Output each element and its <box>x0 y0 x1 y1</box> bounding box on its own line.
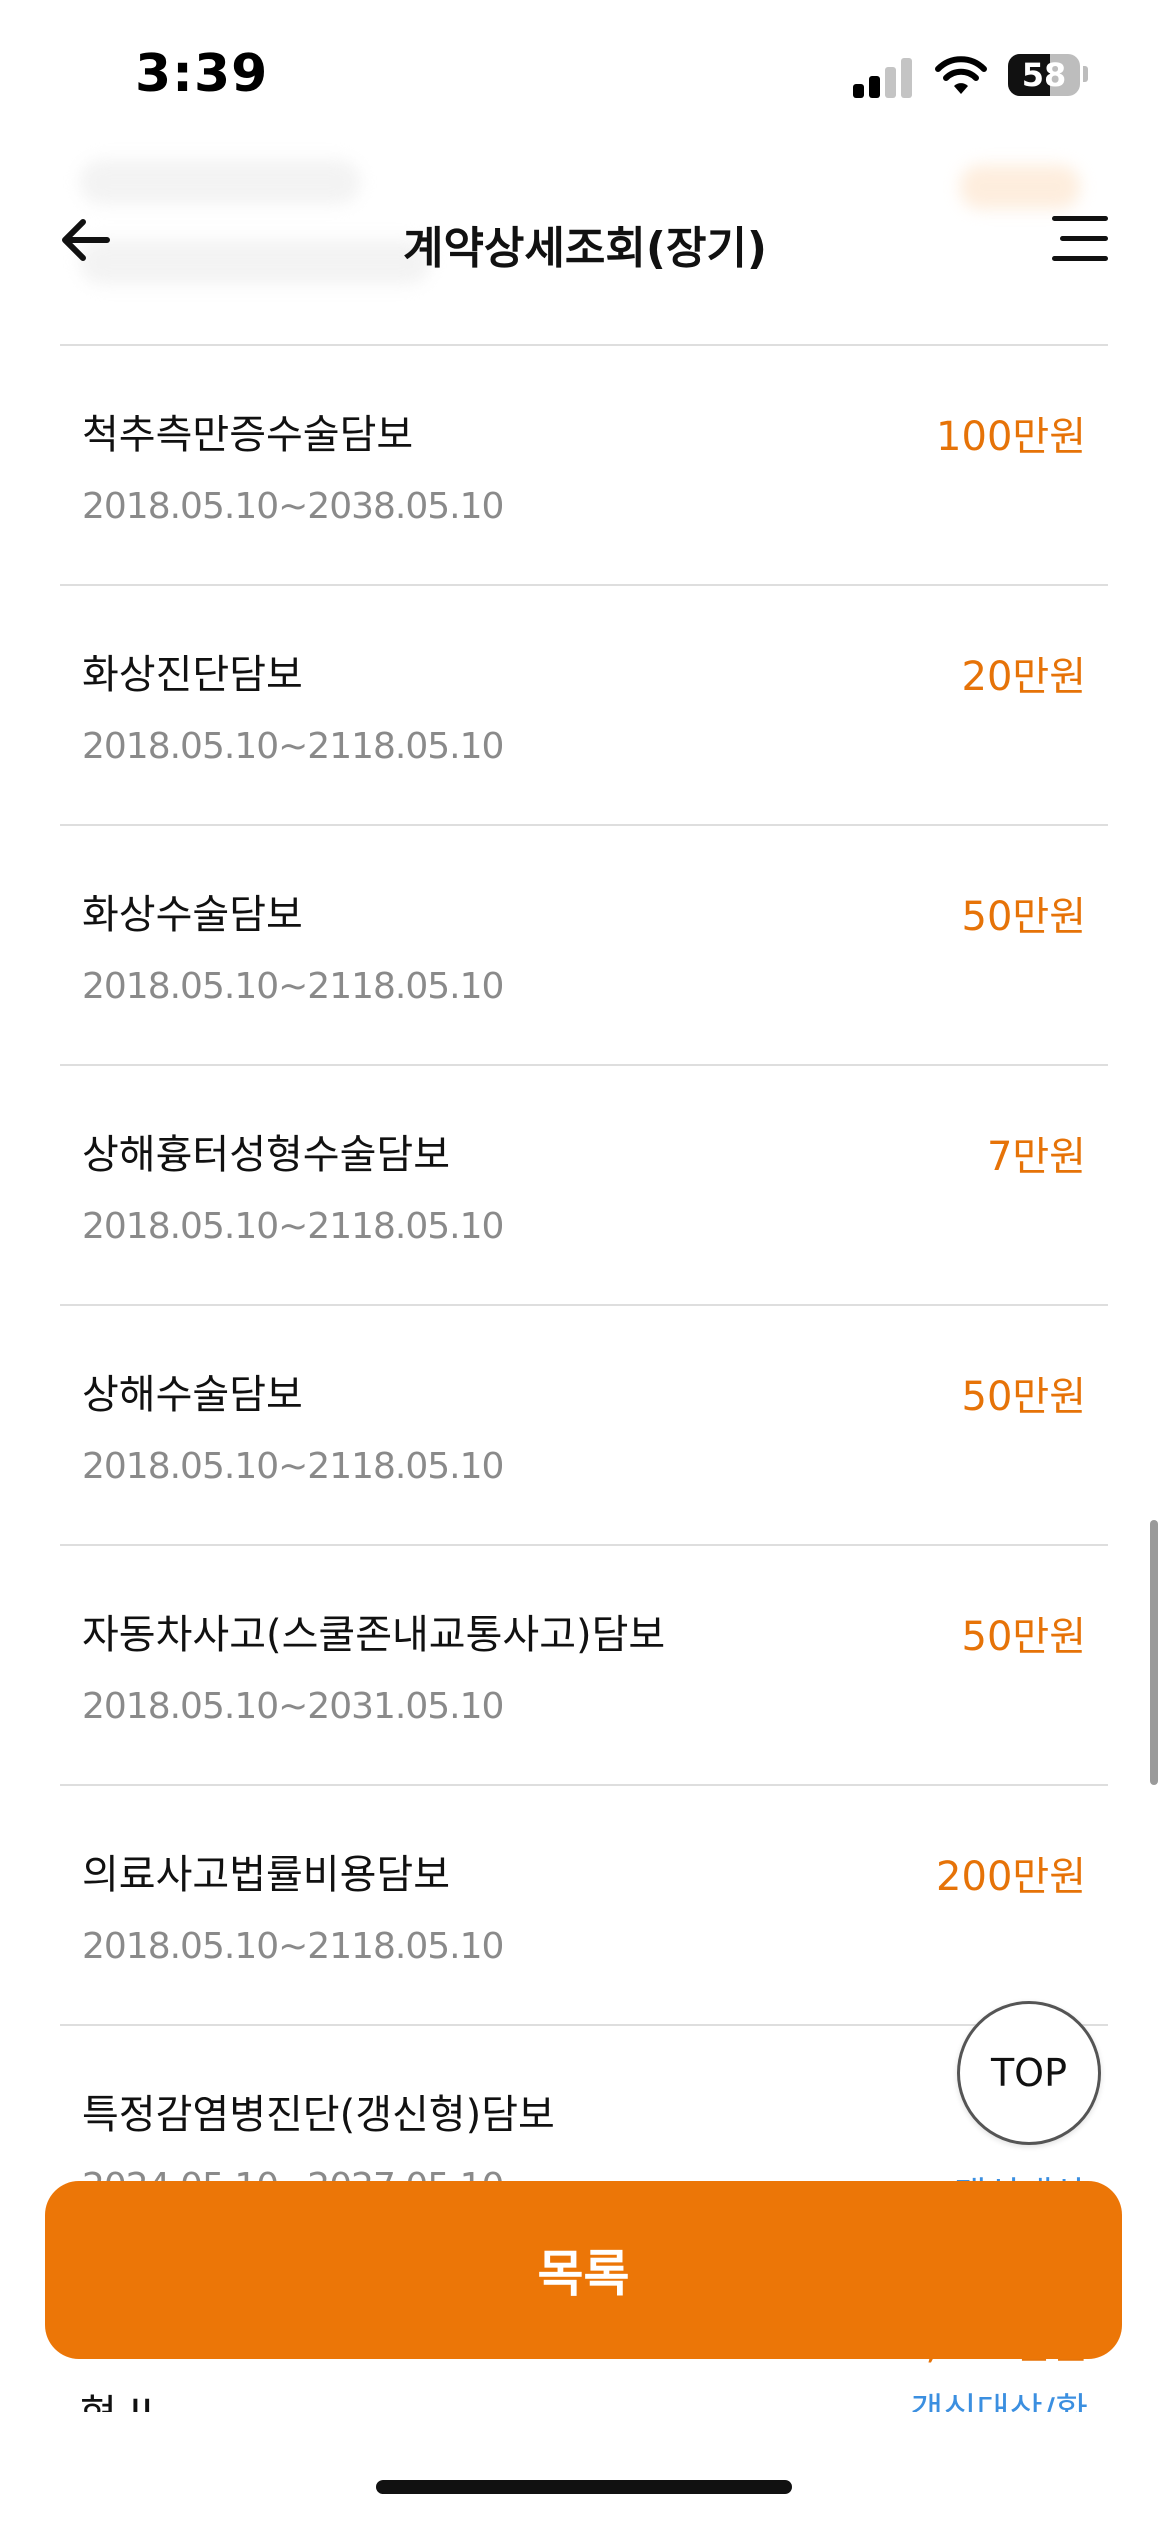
coverage-name: 상해수술담보 <box>82 1372 303 1418</box>
bottom-fade <box>0 2412 1170 2532</box>
coverage-amount: 200만원 <box>936 1854 1086 1900</box>
list-item: 의료사고법률비용담보 200만원 2018.05.10~2118.05.10 <box>60 1784 1108 2024</box>
list-item: 자동차사고(스쿨존내교통사고)담보 50만원 2018.05.10~2031.0… <box>60 1544 1108 1784</box>
coverage-name: 척추측만증수술담보 <box>82 412 414 458</box>
coverage-name: 특정감염병진단(갱신형)담보 <box>82 2092 555 2138</box>
home-indicator <box>376 2480 792 2494</box>
battery-tip <box>1083 66 1088 82</box>
coverage-period: 2018.05.10~2118.05.10 <box>82 1206 504 1247</box>
coverage-amount: 100만원 <box>936 414 1086 460</box>
coverage-period: 2018.05.10~2118.05.10 <box>82 1926 504 1967</box>
coverage-amount: 20만원 <box>961 654 1087 700</box>
coverage-name: 상해흉터성형수술담보 <box>82 1132 450 1178</box>
battery-icon: 58 <box>1008 54 1080 96</box>
coverage-list: 척추측만증수술담보 100만원 2018.05.10~2038.05.10 화상… <box>60 344 1108 2264</box>
coverage-period: 2018.05.10~2118.05.10 <box>82 726 504 767</box>
hamburger-menu-icon[interactable] <box>1052 212 1108 266</box>
scroll-top-button[interactable]: TOP <box>957 2001 1101 2145</box>
coverage-period: 2018.05.10~2038.05.10 <box>82 486 504 527</box>
app-header: 계약상세조회(장기) <box>0 150 1170 340</box>
battery-percent: 58 <box>1021 56 1067 94</box>
coverage-amount: 50만원 <box>961 1614 1087 1660</box>
list-item: 화상진단담보 20만원 2018.05.10~2118.05.10 <box>60 584 1108 824</box>
scroll-indicator <box>1150 1520 1158 1785</box>
coverage-period: 2018.05.10~2118.05.10 <box>82 966 504 1007</box>
wifi-icon <box>935 56 987 94</box>
coverage-period: 2018.05.10~2118.05.10 <box>82 1446 504 1487</box>
coverage-name: 의료사고법률비용담보 <box>82 1852 450 1898</box>
page-title: 계약상세조회(장기) <box>402 223 768 274</box>
cellular-signal-icon <box>853 58 915 98</box>
coverage-amount: 50만원 <box>961 1374 1087 1420</box>
list-item: 척추측만증수술담보 100만원 2018.05.10~2038.05.10 <box>60 344 1108 584</box>
status-time: 3:39 <box>135 44 269 104</box>
list-button[interactable]: 목록 <box>45 2181 1122 2359</box>
coverage-name: 화상수술담보 <box>82 892 303 938</box>
list-item: 상해수술담보 50만원 2018.05.10~2118.05.10 <box>60 1304 1108 1544</box>
coverage-amount: 50만원 <box>961 894 1087 940</box>
status-bar: 3:39 58 <box>0 0 1170 150</box>
coverage-name: 자동차사고(스쿨존내교통사고)담보 <box>82 1612 666 1658</box>
list-item: 화상수술담보 50만원 2018.05.10~2118.05.10 <box>60 824 1108 1064</box>
coverage-name: 화상진단담보 <box>82 652 303 698</box>
list-item: 상해흉터성형수술담보 7만원 2018.05.10~2118.05.10 <box>60 1064 1108 1304</box>
coverage-period: 2018.05.10~2031.05.10 <box>82 1686 504 1727</box>
coverage-amount: 7만원 <box>986 1134 1086 1180</box>
